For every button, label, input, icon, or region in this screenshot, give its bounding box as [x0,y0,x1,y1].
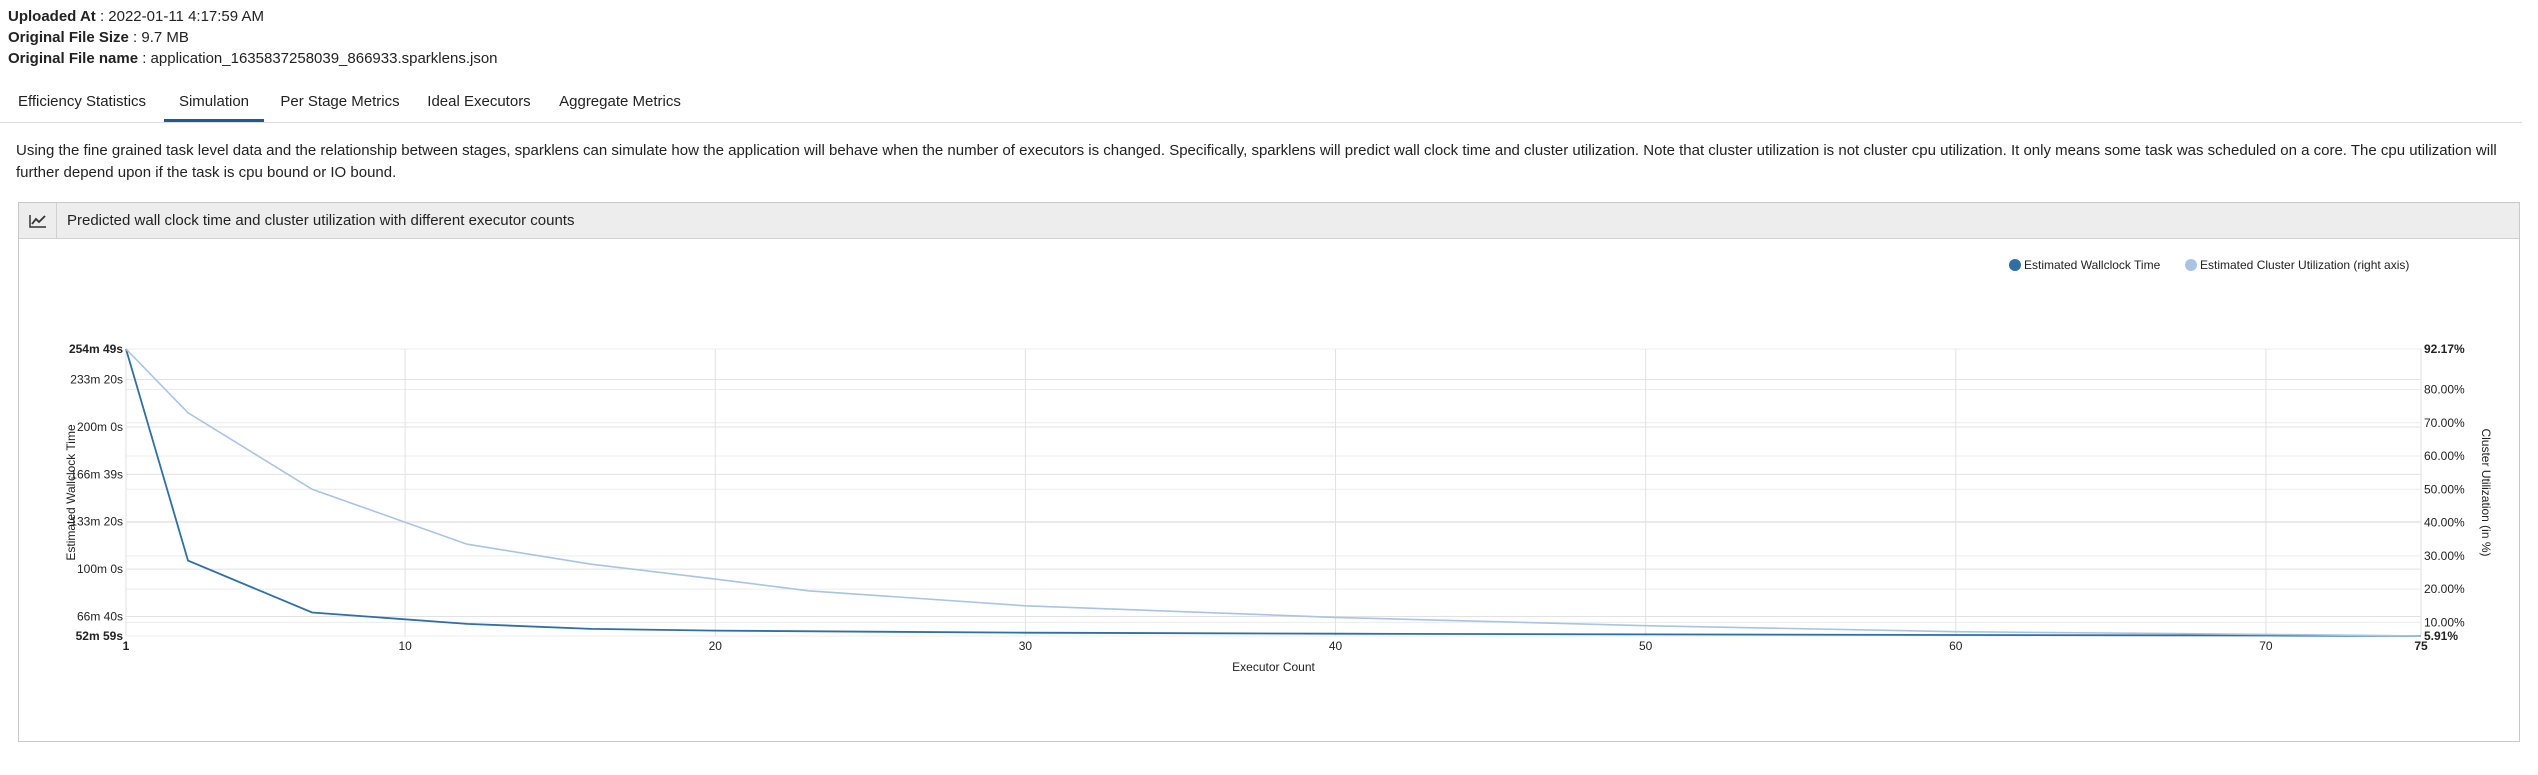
x-tick-label: 30 [1019,639,1033,653]
y-right-tick-label: 92.17% [2424,342,2465,356]
file-metadata: Uploaded At : 2022-01-11 4:17:59 AM Orig… [8,6,498,69]
panel-title: Predicted wall clock time and cluster ut… [67,212,575,229]
series-line-utilization [125,348,2422,637]
y-left-tick-label: 166m 39s [70,467,123,481]
uploaded-at: Uploaded At : 2022-01-11 4:17:59 AM [8,8,264,25]
legend-item[interactable]: Estimated Wallclock Time [2009,258,2161,272]
tab-efficiency-statistics[interactable]: Efficiency Statistics [0,86,164,122]
series-line-wallclock [125,348,2422,637]
tab-aggregate-metrics[interactable]: Aggregate Metrics [546,86,694,122]
y-right-tick-label: 70.00% [2424,416,2465,430]
simulation-chart-panel: Predicted wall clock time and cluster ut… [18,202,2520,742]
y-right-axis-title: Cluster Utilization (in %) [2479,428,2493,556]
y-right-tick-label: 10.00% [2424,615,2465,629]
legend-marker [2185,259,2197,271]
file-name: Original File name : application_1635837… [8,50,498,67]
simulation-chart: 254m 49s 233m 20s 200m 0s 166m 39s 133m 20s 1… [64,258,2493,674]
x-tick-label: 50 [1639,639,1653,653]
y-left-tick-label: 133m 20s [70,515,123,529]
legend-label: Estimated Cluster Utilization (right axi… [2200,258,2409,272]
x-tick-label: 10 [398,639,412,653]
y-left-tick-label: 254m 49s [69,342,123,356]
file-size: Original File Size : 9.7 MB [8,29,189,46]
panel-header: Predicted wall clock time and cluster ut… [19,203,2519,239]
y-right-tick-label: 60.00% [2424,449,2465,463]
legend-label: Estimated Wallclock Time [2024,258,2161,272]
line-chart-icon [19,203,57,238]
tab-per-stage-metrics[interactable]: Per Stage Metrics [266,86,414,122]
y-right-tick-label: 20.00% [2424,582,2465,596]
y-left-tick-label: 52m 59s [76,629,124,643]
tab-simulation[interactable]: Simulation [164,86,264,122]
y-left-axis-title: Estimated Wallclock Time [64,424,78,561]
y-right-tick-label: 30.00% [2424,549,2465,563]
y-left-tick-label: 66m 40s [77,610,123,624]
y-left-tick-label: 100m 0s [77,562,123,576]
tab-bar: Efficiency Statistics Simulation Per Sta… [0,86,2522,123]
y-left-tick-label: 200m 0s [77,420,123,434]
legend-marker [2009,259,2021,271]
y-right-tick-label: 5.91% [2424,629,2458,643]
x-tick-label: 60 [1949,639,1963,653]
x-tick-label: 75 [2414,639,2428,653]
x-tick-label: 1 [123,639,130,653]
y-right-tick-label: 50.00% [2424,482,2465,496]
x-tick-label: 70 [2259,639,2273,653]
x-axis-title: Executor Count [1232,660,1315,674]
tab-ideal-executors[interactable]: Ideal Executors [414,86,544,122]
x-tick-label: 20 [709,639,723,653]
y-left-tick-label: 233m 20s [70,373,123,387]
simulation-description: Using the fine grained task level data a… [16,142,2497,181]
y-right-tick-label: 40.00% [2424,516,2465,530]
legend-item[interactable]: Estimated Cluster Utilization (right axi… [2185,258,2409,272]
x-tick-label: 40 [1329,639,1343,653]
y-right-tick-label: 80.00% [2424,382,2465,396]
